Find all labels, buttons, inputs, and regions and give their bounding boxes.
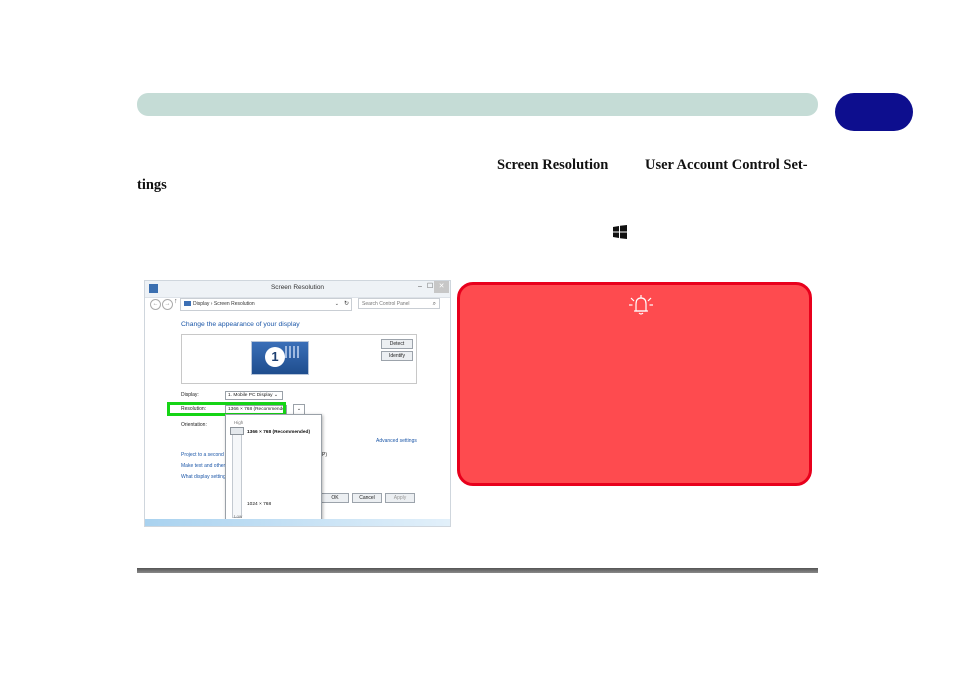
monitor-icon[interactable]: 1 [251,341,309,375]
window-title: Screen Resolution [270,284,325,291]
project-link[interactable]: Project to a second [181,452,224,458]
address-bar[interactable]: Display › Screen Resolution ⌄ ↻ [180,298,352,311]
apply-button[interactable]: Apply [385,493,415,503]
ok-button[interactable]: OK [321,493,349,503]
display-icon [184,301,191,307]
monitor-grid-decoration [285,346,299,358]
warning-box [457,282,812,486]
monitor-number: 1 [265,347,285,367]
minimize-button[interactable]: – [415,281,425,293]
bell-alert-icon [629,295,653,315]
refresh-icon[interactable]: ↻ [344,299,349,310]
display-label: Display: [181,392,199,398]
up-button[interactable]: ↑ [174,298,178,305]
crumb-display[interactable]: Display [193,301,209,307]
recommended-resolution-option[interactable]: 1366 × 768 (Recommended) [247,430,310,435]
uac-term: User Account Control Set- [645,157,808,173]
search-placeholder: Search Control Panel [362,301,410,307]
screen-resolution-screenshot: Screen Resolution – ☐ ✕ ← → ↑ Display › … [144,280,451,527]
detect-button[interactable]: Detect [381,339,413,349]
search-icon[interactable]: ⌕ [433,299,436,310]
slider-high-label: High [234,420,244,425]
close-button[interactable]: ✕ [434,281,449,293]
windows-logo-icon [613,225,627,239]
search-input[interactable]: Search Control Panel ⌕ [358,298,440,309]
resolution-slider-popup[interactable]: High 1366 × 768 (Recommended) 1024 × 768… [225,414,322,526]
advanced-settings-link[interactable]: Advanced settings [376,438,417,444]
partial-text: P) [322,452,327,458]
slider-track[interactable] [232,428,242,518]
page-heading: Change the appearance of your display [181,321,300,328]
identify-button[interactable]: Identify [381,351,413,361]
footer-rule [137,568,818,573]
header-bar [137,93,818,116]
address-dropdown-icon[interactable]: ⌄ [335,299,339,310]
crumb-separator: › [210,301,213,307]
cancel-button[interactable]: Cancel [352,493,382,503]
screen-resolution-term: Screen Resolution [497,157,609,173]
crumb-screen-resolution[interactable]: Screen Resolution [214,301,255,307]
text-size-link[interactable]: Make text and other [181,463,225,469]
slider-thumb[interactable] [230,427,244,435]
orientation-label: Orientation: [181,422,207,428]
taskbar-strip [145,519,450,526]
navigation-row: ← → ↑ Display › Screen Resolution ⌄ ↻ Se… [145,297,450,311]
display-settings-link[interactable]: What display setting [181,474,226,480]
forward-button[interactable]: → [162,299,173,310]
back-button[interactable]: ← [150,299,161,310]
title-bar: Screen Resolution – ☐ ✕ [145,281,450,298]
display-select[interactable]: 1. Mobile PC Display ⌄ [225,391,283,400]
uac-term-cont: tings [137,177,167,193]
chapter-badge [835,93,913,131]
resolution-option-1024[interactable]: 1024 × 768 [247,502,271,507]
